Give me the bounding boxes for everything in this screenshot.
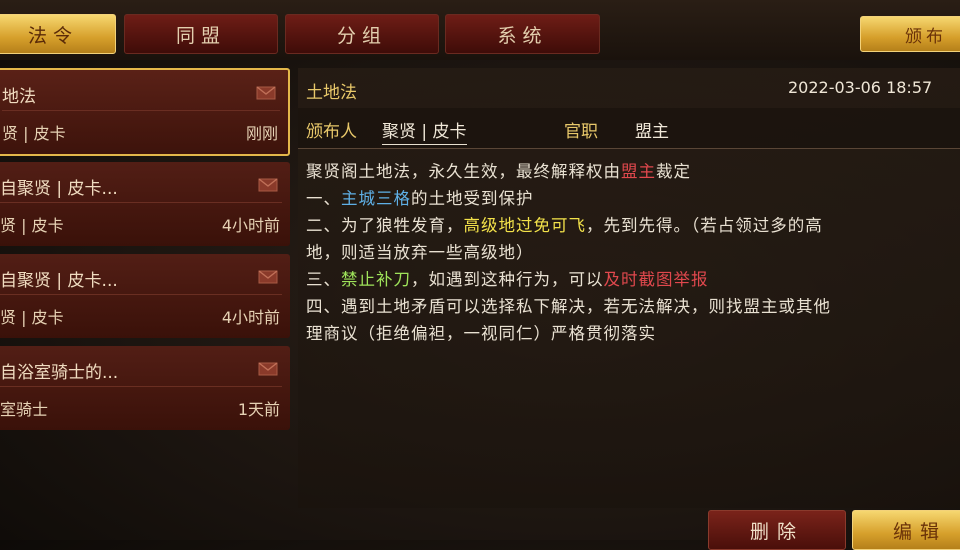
decree-line: 三、禁止补刀，如遇到这种行为，可以及时截图举报: [306, 270, 709, 289]
envelope-icon: [258, 362, 278, 376]
decree-line: 聚贤阁土地法，永久生效，最终解释权由盟主裁定: [306, 162, 691, 181]
message-item[interactable]: 地法 贤 | 皮卡 刚刚: [0, 68, 290, 156]
message-item[interactable]: 自浴室骑士的... 室骑士 1天前: [0, 346, 290, 430]
message-title: 自浴室骑士的...: [0, 363, 119, 383]
tab-decrees[interactable]: 法令: [0, 14, 116, 54]
decree-title: 土地法: [306, 83, 357, 103]
envelope-icon: [258, 178, 278, 192]
message-title: 自聚贤 | 皮卡...: [0, 179, 118, 199]
publisher-label: 颁布人: [306, 122, 357, 142]
tab-system[interactable]: 系统: [445, 14, 600, 54]
decree-line: 二、为了狼牲发育，高级地过免可飞，先到先得。（若占领过多的高: [306, 216, 823, 235]
message-sender: 室骑士: [0, 400, 49, 419]
message-time: 4小时前: [221, 216, 280, 235]
rank-value: 盟主: [635, 122, 669, 142]
delete-button[interactable]: 删除: [708, 510, 846, 550]
publish-button[interactable]: 颁布: [860, 16, 960, 52]
publisher-name[interactable]: 聚贤 | 皮卡: [382, 117, 467, 145]
message-time: 1天前: [237, 400, 280, 419]
top-tab-bar: 法令 同盟 分组 系统 颁布: [0, 0, 960, 60]
decree-line: 四、遇到土地矛盾可以选择私下解决，若无法解决，则找盟主或其他: [306, 297, 831, 316]
divider: [0, 202, 282, 203]
decree-date: 2022-03-06 18:57: [788, 78, 933, 97]
message-item[interactable]: 自聚贤 | 皮卡... 贤 | 皮卡 4小时前: [0, 254, 290, 338]
decree-line: 一、主城三格的土地受到保护: [306, 189, 534, 208]
envelope-icon: [258, 270, 278, 284]
message-title: 地法: [2, 87, 36, 107]
decree-detail-panel: 土地法 2022-03-06 18:57 颁布人 聚贤 | 皮卡 官职 盟主 聚…: [298, 68, 960, 508]
edit-button[interactable]: 编辑: [852, 510, 960, 550]
divider: [2, 110, 280, 111]
message-sender: 贤 | 皮卡: [2, 124, 66, 143]
message-item[interactable]: 自聚贤 | 皮卡... 贤 | 皮卡 4小时前: [0, 162, 290, 246]
decree-line: 理商议（拒绝偏袒，一视同仁）严格贯彻落实: [306, 324, 656, 343]
tab-groups[interactable]: 分组: [285, 14, 439, 54]
decree-body: 聚贤阁土地法，永久生效，最终解释权由盟主裁定 一、主城三格的土地受到保护 二、为…: [306, 158, 960, 347]
message-title: 自聚贤 | 皮卡...: [0, 271, 118, 291]
decree-line: 地，则适当放弃一些高级地）: [306, 243, 534, 262]
decree-meta: 颁布人 聚贤 | 皮卡 官职 盟主: [298, 108, 960, 149]
divider: [0, 386, 282, 387]
envelope-icon: [256, 86, 276, 100]
message-sender: 贤 | 皮卡: [0, 308, 64, 327]
message-time: 刚刚: [245, 124, 278, 143]
message-sender: 贤 | 皮卡: [0, 216, 64, 235]
divider: [0, 294, 282, 295]
tab-alliance[interactable]: 同盟: [124, 14, 278, 54]
message-time: 4小时前: [221, 308, 280, 327]
rank-label: 官职: [564, 122, 598, 142]
